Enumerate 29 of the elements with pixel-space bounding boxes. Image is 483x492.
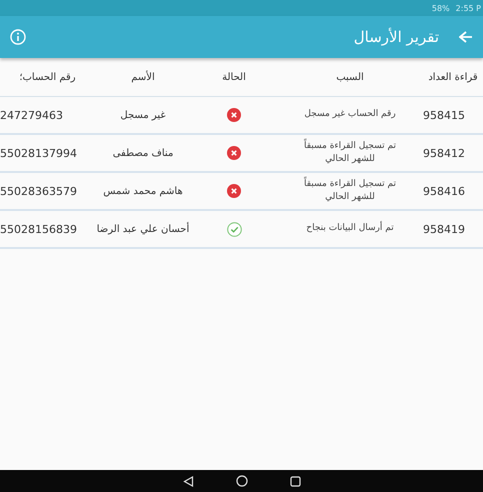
table-cell-text: تم أرسال البيانات بنجاح: [306, 220, 394, 236]
table-cell-text: 958416: [423, 184, 466, 198]
table-cell-text: مناف مصطفى: [112, 148, 174, 158]
table-cell-text: هاشم محمد شمس: [102, 186, 184, 196]
column-header: رقم الحساب؛: [18, 72, 77, 82]
table-cell-text: 958419: [423, 222, 466, 236]
table-cell-text: أحسان علي عبد الرضا: [96, 224, 190, 234]
back-icon[interactable]: [182, 476, 194, 486]
clock: 2:55 P: [456, 4, 481, 12]
home-icon[interactable]: [236, 475, 248, 487]
table-cell-text: رقم الحساب غير مسجل: [304, 108, 396, 122]
recents-icon[interactable]: [290, 476, 300, 486]
screen-title: تقرير الأرسال: [352, 28, 439, 46]
column-header: السبب: [335, 72, 365, 82]
table-cell-text: 55028137994: [0, 146, 78, 160]
column-header: الأسم: [130, 72, 156, 82]
table-cell-text: 958415: [423, 108, 466, 122]
table-cell-text: 55028156839: [0, 222, 78, 236]
table-cell-text: غير مسجل: [119, 110, 167, 120]
table-cell-text: 958412: [423, 146, 466, 160]
arrow-icon[interactable]: [459, 31, 473, 43]
table-cell-text: تم تسجيل القراءة مسبقاً للشهر الحالي: [302, 138, 398, 166]
table-cell-text: تم تسجيل القراءة مسبقاً للشهر الحالي: [302, 176, 398, 204]
table-cell-text: 247279463: [0, 108, 64, 122]
info-icon[interactable]: [10, 29, 26, 45]
column-header: الحالة: [221, 72, 247, 82]
battery-level: 58%: [432, 4, 450, 12]
table-cell-text: 55028363579: [0, 184, 78, 198]
column-header: قراءة العداد: [427, 72, 479, 82]
